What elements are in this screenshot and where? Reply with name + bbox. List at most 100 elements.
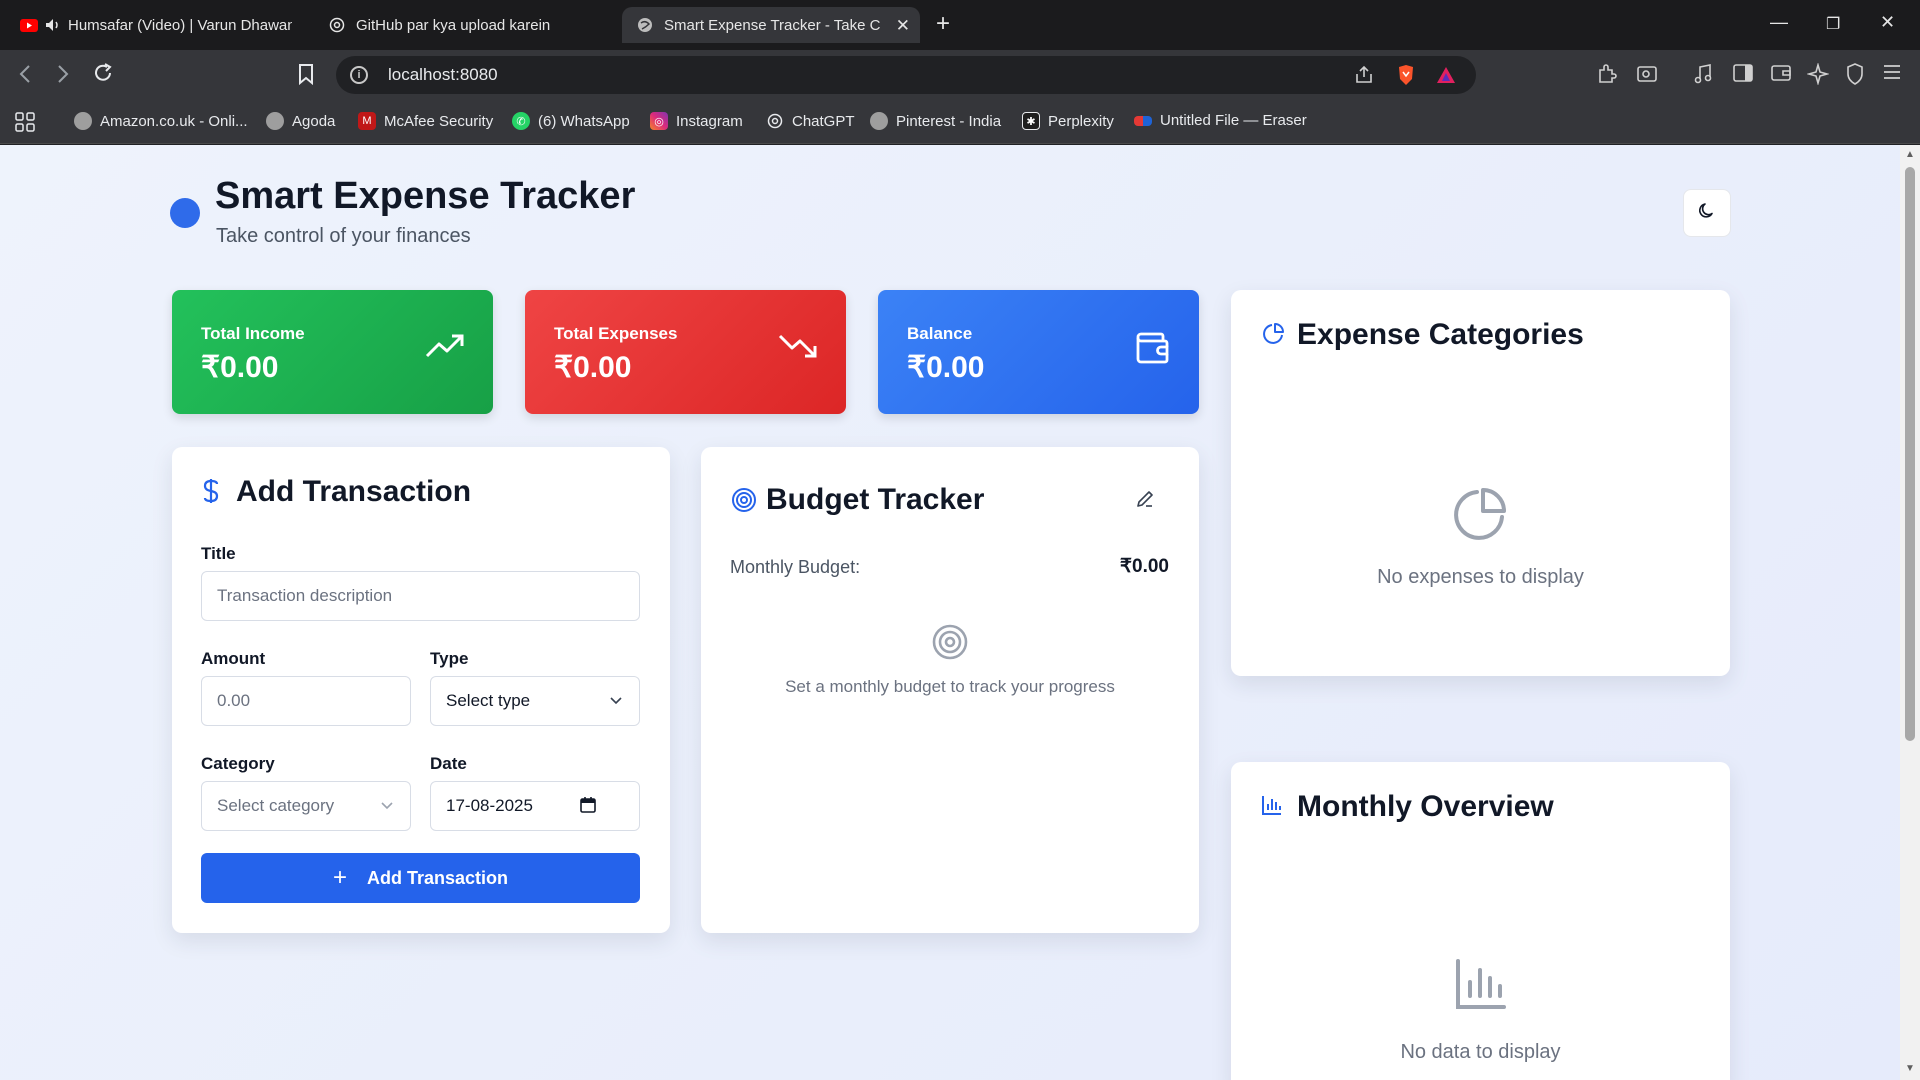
music-icon[interactable] xyxy=(1693,63,1713,91)
forward-icon[interactable] xyxy=(56,63,70,90)
page-scrollbar[interactable]: ▲ ▼ xyxy=(1900,145,1920,1080)
type-select-value: Select type xyxy=(446,691,531,710)
expense-categories-empty-text: No expenses to display xyxy=(1377,566,1584,588)
bookmark-icon[interactable] xyxy=(298,63,314,90)
extensions-icon[interactable] xyxy=(1596,63,1618,91)
sidebar-icon[interactable] xyxy=(1732,63,1754,89)
income-label: Total Income xyxy=(201,324,305,343)
monthly-overview-card: Monthly Overview No data to display xyxy=(1231,762,1730,1080)
add-transaction-card: Add Transaction Title Amount Type Select… xyxy=(172,447,670,933)
bookmark-instagram[interactable]: ◎ Instagram xyxy=(650,112,743,130)
moon-icon xyxy=(1697,201,1717,226)
bookmark-label: Instagram xyxy=(676,112,743,130)
bookmark-whatsapp[interactable]: ✆ (6) WhatsApp xyxy=(512,112,630,130)
chatgpt-icon xyxy=(766,112,784,130)
chevron-down-icon xyxy=(380,797,394,817)
expenses-value: ₹0.00 xyxy=(554,351,632,384)
target-empty-icon xyxy=(931,623,969,666)
bookmarks-bar: Amazon.co.uk - Onli... Agoda M McAfee Se… xyxy=(0,100,1920,144)
date-input[interactable]: 17-08-2025 xyxy=(430,781,640,831)
restore-icon[interactable]: ❐ xyxy=(1826,14,1840,34)
bookmark-label: McAfee Security xyxy=(384,112,494,130)
globe-icon xyxy=(636,16,654,34)
address-bar[interactable]: i localhost:8080 xyxy=(336,56,1476,94)
back-icon[interactable] xyxy=(18,63,32,90)
budget-tracker-card: Budget Tracker Monthly Budget: ₹0.00 Set… xyxy=(701,447,1199,933)
instagram-icon: ◎ xyxy=(650,112,668,130)
date-value: 17-08-2025 xyxy=(446,796,533,815)
bookmark-label: Amazon.co.uk - Onli... xyxy=(100,112,248,130)
bookmark-perplexity[interactable]: ✱ Perplexity xyxy=(1022,112,1114,130)
expenses-label: Total Expenses xyxy=(554,324,678,343)
scroll-down-arrow-icon[interactable]: ▼ xyxy=(1905,1063,1915,1074)
calendar-icon[interactable] xyxy=(579,796,597,819)
amount-label: Amount xyxy=(201,649,266,668)
trending-up-icon xyxy=(425,332,465,365)
monthly-overview-title: Monthly Overview xyxy=(1297,790,1554,823)
minimize-icon[interactable]: — xyxy=(1770,12,1788,33)
bookmark-mcafee[interactable]: M McAfee Security xyxy=(358,112,493,130)
edit-pencil-icon[interactable] xyxy=(1135,489,1155,514)
bookmark-label: (6) WhatsApp xyxy=(538,112,630,130)
bookmark-label: Untitled File — Eraser xyxy=(1160,112,1307,129)
leo-ai-icon[interactable] xyxy=(1806,62,1830,91)
chatgpt-icon xyxy=(328,16,346,34)
bookmark-pinterest[interactable]: Pinterest - India xyxy=(870,112,1001,130)
browser-tab-youtube[interactable]: Humsafar (Video) | Varun Dhawan xyxy=(6,7,306,43)
dollar-icon xyxy=(202,477,220,510)
whatsapp-icon: ✆ xyxy=(512,112,530,130)
target-icon xyxy=(731,487,757,518)
browser-toolbar: i localhost:8080 xyxy=(0,50,1920,100)
category-select[interactable]: Select category xyxy=(201,781,411,831)
tab-title: Smart Expense Tracker - Take Control xyxy=(664,16,880,34)
bookmark-amazon[interactable]: Amazon.co.uk - Onli... xyxy=(74,112,248,130)
pie-chart-empty-icon xyxy=(1452,486,1508,547)
bookmark-agoda[interactable]: Agoda xyxy=(266,112,335,130)
browser-tab-chatgpt[interactable]: GitHub par kya upload karein xyxy=(314,7,614,43)
browser-tab-active[interactable]: Smart Expense Tracker - Take Control ✕ xyxy=(622,7,920,43)
media-icon[interactable] xyxy=(1636,63,1658,91)
close-window-icon[interactable]: ✕ xyxy=(1880,12,1895,33)
bookmark-label: Pinterest - India xyxy=(896,112,1002,130)
menu-icon[interactable] xyxy=(1882,63,1902,87)
reload-icon[interactable] xyxy=(92,62,114,89)
type-select[interactable]: Select type xyxy=(430,676,640,726)
tab-title: Humsafar (Video) | Varun Dhawan xyxy=(68,16,292,34)
bookmark-eraser[interactable]: Untitled File — Eraser xyxy=(1134,112,1307,129)
wallet-icon[interactable] xyxy=(1770,63,1792,89)
title-input[interactable] xyxy=(201,571,640,621)
date-label: Date xyxy=(430,754,467,773)
youtube-icon xyxy=(20,16,38,34)
browser-tab-bar: Humsafar (Video) | Varun Dhawan GitHub p… xyxy=(0,0,1920,50)
globe-icon xyxy=(74,112,92,130)
brave-rewards-icon[interactable] xyxy=(1436,65,1456,90)
vpn-shield-icon[interactable] xyxy=(1845,63,1865,91)
eraser-icon xyxy=(1134,115,1152,126)
monthly-budget-value: ₹0.00 xyxy=(1119,556,1169,577)
app-logo xyxy=(170,198,200,228)
site-info-icon[interactable]: i xyxy=(350,66,368,84)
share-icon[interactable] xyxy=(1354,65,1374,90)
scroll-up-arrow-icon[interactable]: ▲ xyxy=(1905,149,1915,160)
add-transaction-button[interactable]: + Add Transaction xyxy=(201,853,640,903)
apps-grid-icon[interactable] xyxy=(14,111,36,133)
theme-toggle-button[interactable] xyxy=(1683,189,1731,237)
balance-card: Balance ₹0.00 xyxy=(878,290,1199,414)
page-viewport: Smart Expense Tracker Take control of yo… xyxy=(0,145,1900,1080)
add-transaction-title: Add Transaction xyxy=(236,475,472,508)
total-income-card: Total Income ₹0.00 xyxy=(172,290,493,414)
audio-playing-icon[interactable] xyxy=(44,16,62,34)
page-subtitle: Take control of your finances xyxy=(216,225,471,247)
income-value: ₹0.00 xyxy=(201,351,279,384)
wallet-icon xyxy=(1135,330,1171,371)
add-transaction-button-label: Add Transaction xyxy=(366,867,509,888)
url-text: localhost:8080 xyxy=(388,65,498,84)
close-tab-icon[interactable]: ✕ xyxy=(896,16,910,36)
budget-tracker-title: Budget Tracker xyxy=(766,483,985,516)
amount-input[interactable] xyxy=(201,676,411,726)
bookmark-chatgpt[interactable]: ChatGPT xyxy=(766,112,855,130)
plus-icon: + xyxy=(332,864,347,891)
scrollbar-thumb[interactable] xyxy=(1905,167,1915,741)
brave-shields-icon[interactable] xyxy=(1396,64,1416,91)
new-tab-button[interactable]: + xyxy=(936,12,950,36)
